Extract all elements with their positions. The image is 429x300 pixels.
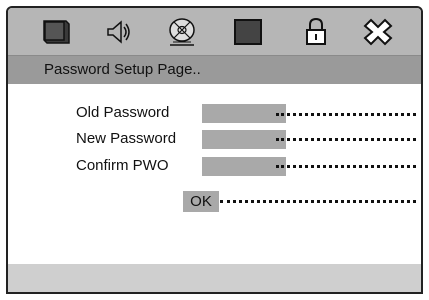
tv-icon[interactable]	[38, 16, 74, 48]
password-setup-window: Password Setup Page.. Old Password New P…	[6, 6, 423, 294]
confirm-password-input[interactable]	[202, 157, 286, 176]
page-title-bar: Password Setup Page..	[8, 56, 421, 84]
ok-button[interactable]: OK	[183, 191, 219, 212]
old-password-label: Old Password	[76, 104, 170, 121]
disc-icon[interactable]	[164, 16, 200, 48]
password-form: Old Password New Password Confirm PWO OK	[8, 84, 421, 268]
confirm-password-leader-line	[276, 165, 416, 168]
new-password-input[interactable]	[202, 130, 286, 149]
lock-icon[interactable]	[298, 16, 334, 48]
exit-icon[interactable]	[360, 16, 396, 48]
new-password-leader-line	[276, 138, 416, 141]
menu-icon-bar	[8, 8, 421, 56]
confirm-password-label: Confirm PWO	[76, 157, 169, 174]
new-password-label: New Password	[76, 130, 177, 147]
square-icon[interactable]	[230, 16, 266, 48]
ok-leader-line	[220, 200, 416, 203]
page-title: Password Setup Page..	[44, 61, 201, 78]
footer-bar	[8, 264, 421, 292]
speaker-icon[interactable]	[100, 16, 136, 48]
old-password-leader-line	[276, 113, 416, 116]
old-password-input[interactable]	[202, 104, 286, 123]
